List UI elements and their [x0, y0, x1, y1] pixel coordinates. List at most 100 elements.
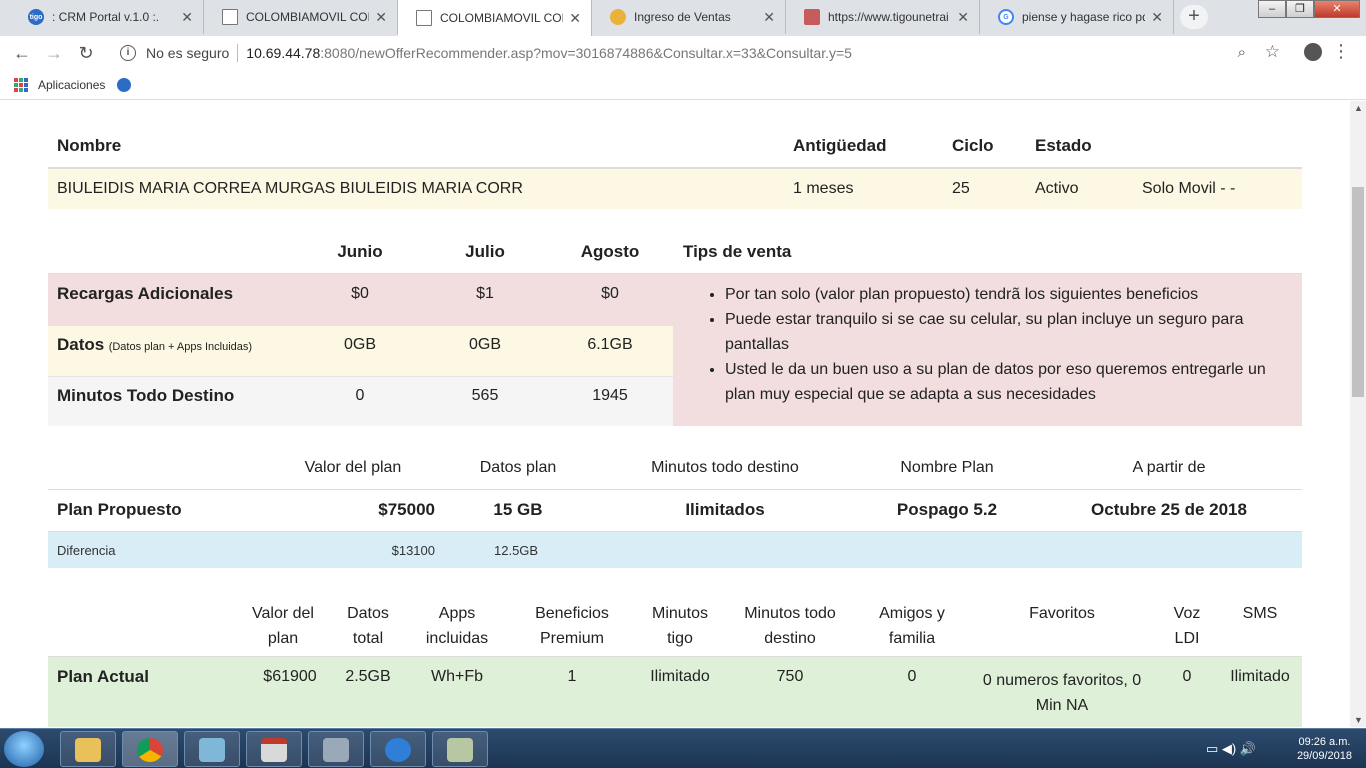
plan-actual-value: 0 — [1182, 668, 1192, 685]
plan-actual-value: Ilimitado — [1230, 668, 1290, 685]
tab-crm-portal[interactable]: tigo : CRM Portal v.1.0 :. ✕ — [10, 0, 204, 34]
security-indicator[interactable]: No es seguro — [146, 45, 229, 61]
divider — [237, 44, 239, 62]
column-header: Valor del plan — [304, 459, 402, 476]
page-icon — [416, 10, 432, 26]
divider — [48, 489, 1302, 490]
taskbar-explorer[interactable] — [60, 731, 116, 767]
scroll-down-icon[interactable]: ▼ — [1354, 715, 1363, 725]
plan-actual-value: 0 numeros favoritos, 0 Min NA — [982, 672, 1142, 714]
tips-list: Por tan solo (valor plan propuesto) tend… — [673, 282, 1273, 407]
header-ciclo: Ciclo — [952, 136, 994, 155]
taskbar-chrome[interactable] — [122, 731, 178, 767]
plan-propuesto-datos: 15 GB — [493, 500, 543, 519]
tab-title: Ingreso de Ventas — [634, 10, 731, 24]
plan-actual-value: 750 — [776, 668, 804, 685]
column-header: Apps incluidas — [425, 605, 489, 647]
column-header: Datos total — [347, 605, 389, 647]
network-icon — [447, 738, 473, 762]
plan-actual-value: 1 — [567, 668, 577, 685]
plan-actual-value: 0 — [907, 668, 917, 685]
diferencia-label: Diferencia — [57, 543, 116, 558]
column-header: Datos plan — [479, 459, 557, 476]
close-tab-icon[interactable]: ✕ — [957, 9, 969, 26]
tab-title: : CRM Portal v.1.0 :. — [52, 10, 160, 24]
reload-button[interactable]: ↻ — [74, 41, 98, 65]
close-tab-icon[interactable]: ✕ — [181, 9, 193, 26]
tab-ingreso-ventas[interactable]: Ingreso de Ventas ✕ — [592, 0, 786, 34]
minimize-button[interactable]: – — [1258, 0, 1286, 18]
account-icon[interactable] — [1304, 43, 1322, 61]
plan-actual-value: Wh+Fb — [430, 668, 483, 685]
chrome-icon — [137, 738, 163, 762]
tigo-bookmark-icon[interactable] — [117, 77, 132, 92]
plan-propuesto-desde: Octubre 25 de 2018 — [1091, 500, 1247, 519]
apps-grid-icon[interactable] — [14, 77, 28, 92]
close-tab-icon[interactable]: ✕ — [1151, 9, 1163, 26]
tab-tigounetrain[interactable]: https://www.tigounetrai ✕ — [786, 0, 980, 34]
bookmark-star-icon[interactable]: ☆ — [1265, 42, 1280, 62]
value-cell: 1945 — [592, 387, 628, 404]
close-window-button[interactable]: ✕ — [1314, 0, 1360, 18]
close-tab-icon[interactable]: ✕ — [569, 10, 581, 27]
taskbar-pdf[interactable] — [246, 731, 302, 767]
system-tray-icons[interactable]: ▭ ◀) 🔊 — [1206, 741, 1256, 757]
row-label: Minutos Todo Destino — [57, 386, 235, 405]
value-cell: 0 — [355, 387, 365, 404]
customer-tipo: Solo Movil - - — [1142, 180, 1236, 197]
column-header: SMS — [1242, 605, 1278, 622]
browser-toolbar: ← → ↻ i No es seguro 10.69.44.78 :8080/n… — [0, 36, 1366, 70]
page-content: Nombre Antigüedad Ciclo Estado BIULEIDIS… — [0, 101, 1350, 727]
clock[interactable]: 09:26 a.m. 29/09/2018 — [1297, 735, 1352, 763]
tab-colombiamovil-1[interactable]: COLOMBIAMOVIL CONS ✕ — [204, 0, 398, 34]
value-cell: 565 — [471, 387, 499, 404]
row-label: Datos — [57, 335, 105, 354]
column-header: Minutos todo destino — [651, 459, 799, 476]
start-button[interactable] — [4, 731, 44, 767]
url-host: 10.69.44.78 — [246, 45, 321, 61]
google-favicon-icon: G — [998, 9, 1014, 25]
maximize-button[interactable]: ❐ — [1286, 0, 1314, 18]
scroll-up-icon[interactable]: ▲ — [1354, 103, 1363, 113]
scrollbar-thumb[interactable] — [1352, 187, 1364, 397]
value-cell: $1 — [476, 285, 494, 302]
menu-icon[interactable]: ⋮ — [1332, 41, 1350, 62]
tab-title: COLOMBIAMOVIL CONS — [246, 10, 369, 24]
info-icon[interactable]: i — [120, 45, 136, 61]
address-bar[interactable]: i No es seguro 10.69.44.78 :8080/newOffe… — [110, 39, 1290, 67]
taskbar-calculator[interactable] — [308, 731, 364, 767]
clock-date: 29/09/2018 — [1296, 750, 1352, 762]
vertical-scrollbar[interactable]: ▲ ▼ — [1350, 101, 1366, 727]
value-cell: 0GB — [468, 336, 501, 353]
tab-title: piense y hagase rico pdf — [1022, 10, 1146, 24]
tab-colombiamovil-active[interactable]: COLOMBIAMOVIL CONS ✕ — [398, 0, 592, 36]
row-label-datos: Datos (Datos plan + Apps Incluidas) — [57, 335, 252, 355]
tip-item: Usted le da un buen uso a su plan de dat… — [725, 357, 1273, 407]
tab-google-search[interactable]: G piense y hagase rico pdf ✕ — [980, 0, 1174, 34]
column-header: Nombre Plan — [900, 459, 994, 476]
tab-strip: tigo : CRM Portal v.1.0 :. ✕ COLOMBIAMOV… — [0, 0, 1366, 36]
bookmarks-bar: Aplicaciones — [0, 70, 1366, 100]
plan-propuesto-minutos: Ilimitados — [685, 500, 765, 519]
forward-button[interactable]: → — [42, 41, 66, 65]
column-header: Beneficios Premium — [535, 605, 609, 647]
bookmark-aplicaciones[interactable]: Aplicaciones — [38, 78, 105, 92]
customer-antiguedad: 1 meses — [793, 180, 854, 197]
back-button[interactable]: ← — [10, 41, 34, 65]
zoom-icon[interactable]: ⌕ — [1238, 44, 1246, 61]
taskbar-ie[interactable] — [370, 731, 426, 767]
row-sublabel: (Datos plan + Apps Incluidas) — [108, 341, 253, 353]
window-controls: – ❐ ✕ — [1258, 0, 1360, 18]
plan-propuesto-valor: $75000 — [378, 500, 435, 519]
close-tab-icon[interactable]: ✕ — [375, 9, 387, 26]
new-tab-button[interactable]: + — [1180, 5, 1208, 29]
plan-actual-value: 2.5GB — [345, 668, 391, 685]
close-tab-icon[interactable]: ✕ — [763, 9, 775, 26]
taskbar-network[interactable] — [432, 731, 488, 767]
month-header: Agosto — [580, 242, 640, 261]
month-header: Julio — [465, 242, 505, 261]
internet-explorer-icon — [385, 738, 411, 762]
value-cell: 0GB — [343, 336, 376, 353]
month-header: Junio — [337, 242, 383, 261]
taskbar-app[interactable] — [184, 731, 240, 767]
